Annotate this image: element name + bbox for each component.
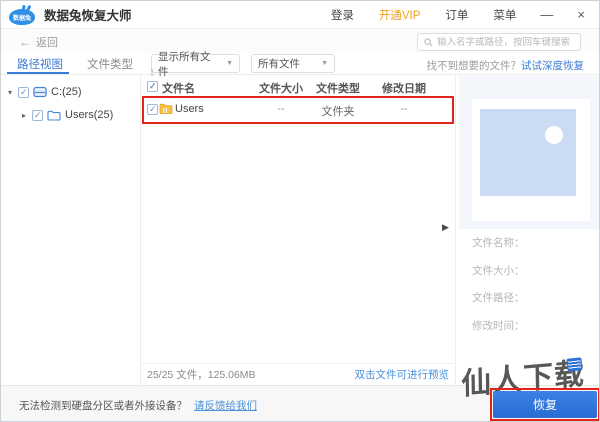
app-logo-icon: 数据兔 <box>9 4 35 25</box>
minimize-button[interactable]: — <box>540 8 553 21</box>
device-detect-question: 无法检测到硬盘分区或者外接设备？ <box>19 400 187 412</box>
close-button[interactable]: × <box>577 8 585 21</box>
back-button[interactable]: ← 返回 <box>19 34 58 50</box>
double-click-preview-tip: 双击文件可进行预览 <box>354 369 450 381</box>
back-label: 返回 <box>36 37 58 49</box>
chevron-down-icon: ▼ <box>226 60 233 67</box>
search-box[interactable] <box>417 33 581 51</box>
column-file-type[interactable]: 文件类型 <box>308 80 368 96</box>
tree-item-label: C:(25) <box>51 86 82 98</box>
app-title: 数据兔恢复大师 <box>44 9 132 23</box>
back-arrow-icon: ← <box>19 35 31 49</box>
chevron-down-icon: ▼ <box>321 60 328 67</box>
users-checkbox[interactable] <box>32 109 43 121</box>
caret-right-icon[interactable]: ▸ <box>20 111 28 120</box>
tree-item-users[interactable]: ▸ Users(25) <box>1 107 140 123</box>
menu-button[interactable]: 菜单 <box>493 7 516 23</box>
show-all-files-dropdown[interactable]: 显示所有文件 ▼ <box>151 51 240 78</box>
open-vip-button[interactable]: 开通VIP <box>379 7 421 23</box>
table-row[interactable]: Users -- 文件夹 -- <box>142 99 454 123</box>
cell-file-size: -- <box>277 103 285 115</box>
folder-icon <box>159 103 173 114</box>
image-placeholder-icon <box>472 99 590 221</box>
deep-recovery-link[interactable]: 试试深度恢复 <box>521 60 584 72</box>
deep-recovery-hint: 找不到想要的文件？试试深度恢复 <box>427 58 585 73</box>
preview-panel: 文件名称： 文件大小： 文件路径： 修改时间： <box>455 75 599 385</box>
nav-row: ← 返回 <box>1 29 599 53</box>
titlebar: 数据兔 数据兔恢复大师 登录 开通VIP 订单 菜单 — × <box>1 1 599 29</box>
tab-path-view[interactable]: 路径视图 <box>17 56 63 72</box>
c-drive-checkbox[interactable] <box>18 86 29 98</box>
table-footer: 25/25 文件，125.06MB 双击文件可进行预览 <box>142 363 454 385</box>
folder-icon <box>47 110 61 121</box>
cell-file-type: 文件夹 <box>321 106 355 118</box>
tree-item-label: Users(25) <box>65 109 114 121</box>
file-path-label: 文件路径： <box>472 292 525 304</box>
scroll-up-chevron-icon[interactable]: ∨ ∨ <box>150 68 154 78</box>
feedback-link[interactable]: 请反馈给我们 <box>194 400 257 412</box>
login-button[interactable]: 登录 <box>331 7 354 23</box>
path-tree-panel: ▾ C:(25) ▸ Users(25) <box>1 75 141 385</box>
recover-button[interactable]: 恢复 <box>493 391 597 418</box>
search-icon <box>424 37 433 46</box>
tree-item-c-drive[interactable]: ▾ C:(25) <box>1 84 140 100</box>
show-all-files-value: 显示所有文件 <box>158 50 211 78</box>
app-window: 数据兔 数据兔恢复大师 登录 开通VIP 订单 菜单 — × ← 返回 路径视图… <box>0 0 600 422</box>
column-file-name[interactable]: 文件名 <box>162 80 195 96</box>
collapse-panel-arrow-icon[interactable]: ▶ <box>442 222 449 233</box>
row-checkbox[interactable] <box>147 104 158 115</box>
column-modified-date[interactable]: 修改日期 <box>374 80 434 96</box>
filter-row: 路径视图 文件类型 显示所有文件 ▼ 所有文件 ▼ 找不到想要的文件？试试深度恢… <box>1 51 599 78</box>
file-size-label: 文件大小： <box>472 265 525 277</box>
preview-placeholder <box>459 76 599 229</box>
cell-file-name: Users <box>175 103 204 115</box>
table-header: 文件名 文件大小 文件类型 修改日期 <box>142 79 454 98</box>
all-files-value: 所有文件 <box>258 58 300 70</box>
column-file-size[interactable]: 文件大小 <box>251 80 311 96</box>
all-files-dropdown[interactable]: 所有文件 ▼ <box>251 54 335 73</box>
file-name-label: 文件名称： <box>472 237 525 249</box>
select-all-checkbox[interactable] <box>147 81 158 92</box>
orders-button[interactable]: 订单 <box>445 7 468 23</box>
file-count-stats: 25/25 文件，125.06MB <box>147 369 256 381</box>
search-input[interactable] <box>437 36 574 48</box>
drive-icon <box>33 86 47 98</box>
hint-question: 找不到想要的文件？ <box>426 60 522 72</box>
modified-time-label: 修改时间： <box>472 320 525 332</box>
tab-file-type[interactable]: 文件类型 <box>87 56 133 72</box>
caret-down-icon[interactable]: ▾ <box>6 88 14 97</box>
cell-modified-date: -- <box>400 103 408 115</box>
active-tab-underline <box>7 72 69 74</box>
